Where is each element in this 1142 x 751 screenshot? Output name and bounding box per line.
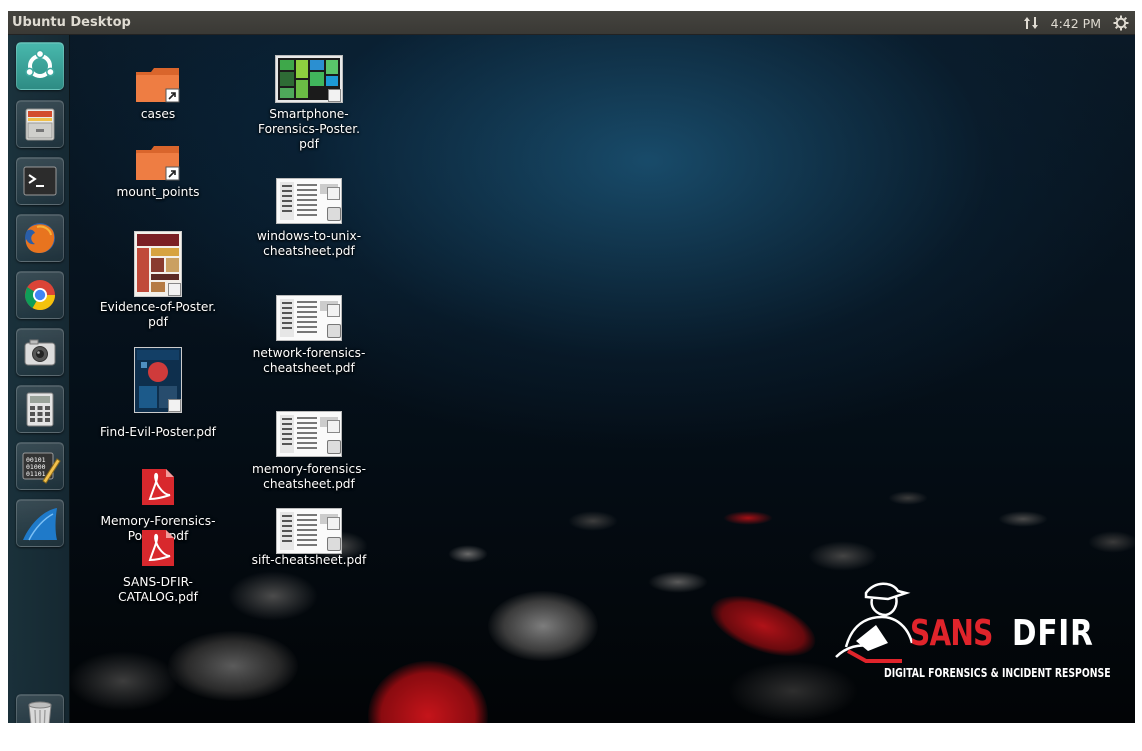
desktop-icon-label: Smartphone- Forensics-Poster. pdf	[258, 107, 360, 151]
top-panel: Ubuntu Desktop 4:42 PM	[8, 11, 1135, 35]
trash-icon	[28, 701, 52, 723]
launcher-item-hex-editor[interactable]: 00101 01000 01101	[16, 442, 64, 490]
desktop-icon-label: SANS-DFIR- CATALOG.pdf	[118, 575, 198, 604]
desktop-icon-label: cases	[140, 107, 176, 121]
launcher-item-files[interactable]	[16, 100, 64, 148]
launcher-item-calculator[interactable]	[16, 385, 64, 433]
desktop-screen: Ubuntu Desktop 4:42 PM 00101 01000 01101…	[8, 11, 1135, 723]
launcher-item-firefox[interactable]	[16, 214, 64, 262]
svg-text:01101: 01101	[26, 470, 46, 478]
pdf-poster-thumbnail	[275, 55, 343, 103]
panel-title: Ubuntu Desktop	[12, 15, 131, 30]
wireshark-fin-icon	[23, 508, 57, 541]
camera-icon	[24, 339, 56, 366]
acrobat-pdf-icon	[140, 467, 176, 507]
pdf-poster-thumbnail	[134, 231, 182, 297]
desktop-icon-label: Evidence-of-Poster. pdf	[99, 300, 217, 329]
firefox-icon	[25, 223, 55, 253]
logo-sans-text: SANS	[910, 613, 993, 654]
launcher-item-camera[interactable]	[16, 328, 64, 376]
calculator-icon	[26, 392, 54, 427]
logo-tagline: DIGITAL FORENSICS & INCIDENT RESPONSE	[884, 666, 1111, 680]
binary-editor-icon: 00101 01000 01101	[22, 452, 61, 484]
pdf-poster-thumbnail	[134, 347, 182, 413]
launcher-item-wireshark[interactable]	[16, 499, 64, 547]
launcher-item-dash-home[interactable]	[16, 42, 64, 90]
desktop-icon-label: Find-Evil-Poster.pdf	[100, 425, 216, 439]
panel-indicators: 4:42 PM	[1023, 11, 1129, 35]
acrobat-pdf-icon	[140, 528, 176, 568]
pdf-cheatsheet-thumbnail	[276, 508, 342, 554]
desktop-icon-label: mount_points	[116, 185, 200, 199]
chrome-icon	[24, 280, 56, 311]
desktop-icon-label: memory-forensics- cheatsheet.pdf	[251, 462, 366, 491]
desktop-icon-label: sift-cheatsheet.pdf	[251, 553, 367, 567]
folder-icon	[135, 144, 181, 182]
ubuntu-logo-icon	[25, 49, 55, 78]
launcher-item-chrome[interactable]	[16, 271, 64, 319]
desktop-icon-label: network-forensics- cheatsheet.pdf	[252, 346, 366, 375]
pdf-cheatsheet-thumbnail	[276, 295, 342, 341]
file-cabinet-icon	[25, 108, 55, 141]
pdf-cheatsheet-thumbnail	[276, 411, 342, 457]
launcher: 00101 01000 01101	[8, 35, 70, 723]
terminal-icon	[23, 166, 57, 196]
network-updown-icon[interactable]	[1023, 16, 1039, 30]
launcher-item-trash[interactable]	[16, 694, 64, 723]
desktop-icon-label: windows-to-unix- cheatsheet.pdf	[256, 229, 362, 258]
launcher-item-terminal[interactable]	[16, 157, 64, 205]
pdf-cheatsheet-thumbnail	[276, 178, 342, 224]
logo-dfir-text: DFIR	[1012, 613, 1094, 654]
power-settings-icon[interactable]	[1113, 15, 1129, 31]
clock[interactable]: 4:42 PM	[1051, 16, 1101, 31]
folder-icon	[135, 66, 181, 104]
sans-dfir-logo: SANS DFIR DIGITAL FORENSICS & INCIDENT R…	[826, 577, 1126, 687]
